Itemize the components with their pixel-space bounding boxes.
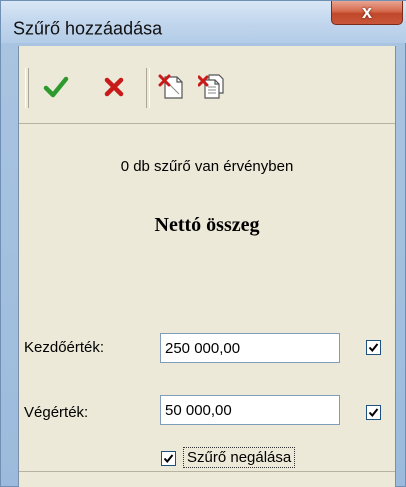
checkmark-icon [368,343,379,353]
title-bar[interactable]: Szűrő hozzáadása x [1,1,406,43]
dialog-client-area: 0 db szűrő van érvényben Nettó összeg Ke… [18,46,396,487]
close-button[interactable]: x [331,1,403,25]
checkmark-icon [43,76,69,98]
start-value-checkbox[interactable] [366,340,381,355]
active-filter-count: 0 db szűrő van érvényben [120,158,294,175]
delete-filter-icon [158,74,183,99]
cancel-button[interactable] [99,72,129,102]
filter-dialog-window: Szűrő hozzáadása x 0 db szűrő van érvény… [0,0,406,487]
field-title: Nettó összeg [154,214,260,236]
toolbar-grip[interactable] [25,68,29,108]
remove-filter-button[interactable] [157,72,187,102]
end-value-label: Végérték: [24,404,89,421]
window-title: Szűrő hozzáadása [13,18,163,39]
close-icon: x [361,2,372,22]
toolbar [19,46,395,124]
ok-button[interactable] [41,72,71,102]
status-bar [19,471,395,487]
filter-form: 0 db szűrő van érvényben Nettó összeg Ke… [19,124,395,474]
checkmark-icon [368,408,379,418]
negate-filter-checkbox[interactable] [161,451,176,466]
negate-filter-label[interactable]: Szűrő negálása [183,447,296,468]
delete-all-filters-icon [198,74,224,99]
end-value-checkbox[interactable] [366,405,381,420]
start-value-label: Kezdőérték: [24,339,105,356]
checkmark-icon [163,454,174,464]
x-icon [104,77,124,97]
toolbar-separator [146,68,150,108]
end-value-input[interactable] [160,395,340,425]
remove-all-filters-button[interactable] [197,72,227,102]
start-value-input[interactable] [160,333,340,363]
